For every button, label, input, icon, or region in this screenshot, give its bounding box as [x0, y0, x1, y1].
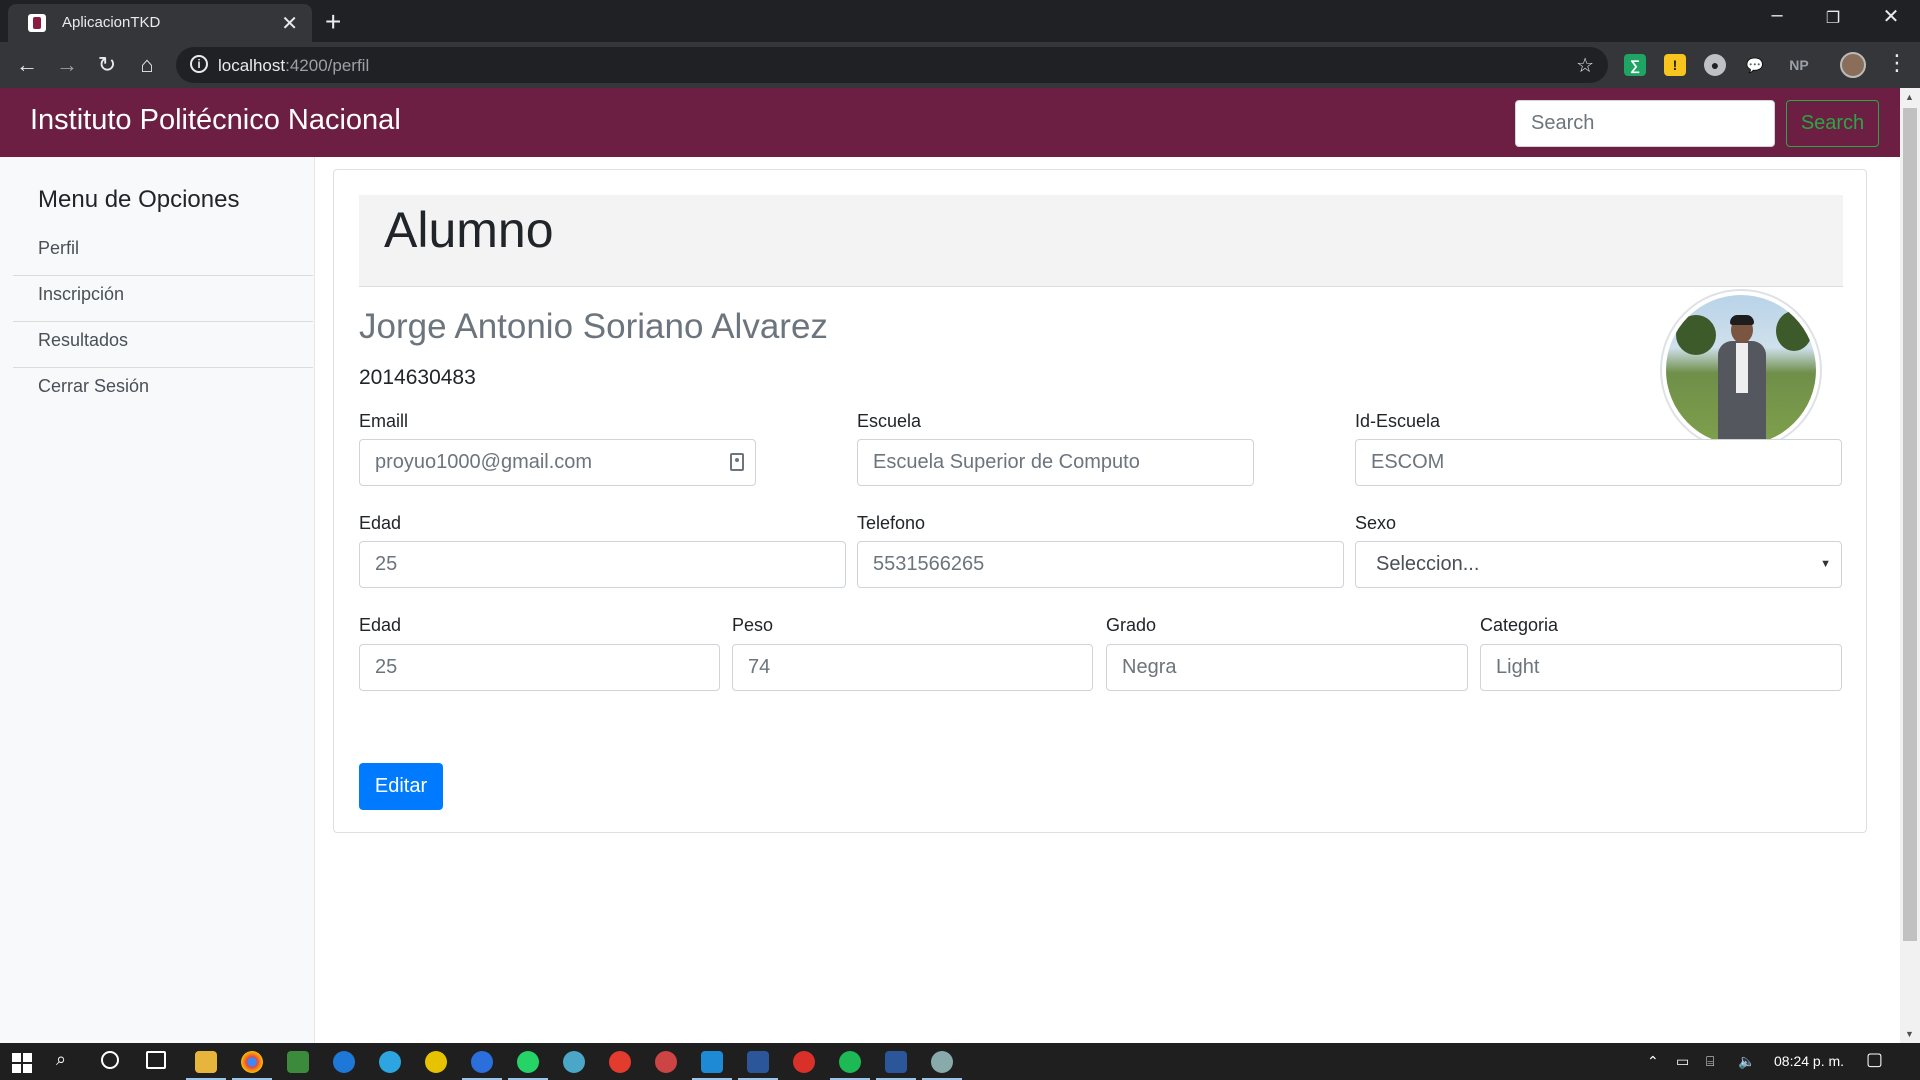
chat-extension-icon[interactable]: 💬 [1744, 54, 1766, 76]
store-app-icon[interactable] [287, 1051, 309, 1073]
search-icon[interactable]: ⌕ [56, 1049, 66, 1070]
edad-field[interactable] [359, 541, 846, 588]
navbar-brand[interactable]: Instituto Politécnico Nacional [30, 104, 401, 137]
back-arrow-icon[interactable]: ← [12, 50, 42, 80]
np-extension-icon[interactable]: NP [1784, 54, 1814, 76]
id-escuela-field[interactable] [1355, 439, 1842, 486]
browser-tab[interactable]: AplicacionTKD ✕ [8, 4, 312, 42]
categoria-field[interactable] [1480, 644, 1842, 691]
grado-label: Grado [1106, 615, 1157, 635]
sidebar: Menu de Opciones Perfil Inscripción Resu… [0, 157, 315, 1043]
network-icon[interactable]: ⌸ [1706, 1053, 1714, 1070]
norton-icon[interactable] [425, 1051, 447, 1073]
site-favicon-icon [28, 14, 46, 32]
contact-card-icon[interactable] [730, 453, 744, 471]
word-icon[interactable] [876, 1051, 916, 1080]
home-icon[interactable]: ⌂ [132, 50, 162, 80]
top-navbar: Instituto Politécnico Nacional Search [0, 88, 1900, 157]
maps-icon[interactable] [462, 1051, 502, 1080]
escuela-field[interactable] [857, 439, 1254, 486]
peso-label: Peso [732, 615, 774, 635]
profile-header: Alumno [359, 195, 1843, 287]
tab-title: AplicacionTKD [62, 14, 161, 31]
address-bar[interactable]: i localhost:4200/perfil ☆ [176, 47, 1608, 83]
cortana-icon[interactable] [101, 1051, 119, 1069]
vscode-icon[interactable] [692, 1051, 732, 1080]
avatar [1660, 289, 1822, 451]
sidebar-item-cerrar-sesion[interactable]: Cerrar Sesión [13, 358, 313, 414]
volume-icon[interactable]: 🔈 [1738, 1053, 1755, 1070]
browser-tab-strip: AplicacionTKD ✕ + – ❐ ✕ [0, 0, 1920, 42]
window-close-icon[interactable]: ✕ [1871, 4, 1911, 29]
battery-icon[interactable]: ▭ [1676, 1053, 1689, 1070]
reload-icon[interactable]: ↻ [92, 50, 122, 80]
new-tab-icon[interactable]: + [325, 6, 341, 38]
spotify-icon[interactable] [830, 1051, 870, 1080]
telefono-field[interactable] [857, 541, 1344, 588]
record-extension-icon[interactable]: ● [1704, 54, 1726, 76]
more-menu-icon[interactable]: ⋮ [1886, 50, 1908, 76]
url-text: localhost:4200/perfil [218, 56, 370, 75]
sheets-extension-icon[interactable]: ∑ [1624, 54, 1646, 76]
game-app-icon[interactable] [655, 1051, 677, 1073]
student-name: Jorge Antonio Soriano Alvarez [359, 307, 828, 346]
site-info-icon[interactable]: i [190, 55, 208, 73]
page-title: Alumno [384, 202, 554, 258]
telegram-icon[interactable] [379, 1051, 401, 1073]
categoria-label: Categoria [1480, 615, 1559, 635]
sexo-label: Sexo [1355, 513, 1397, 533]
email-field[interactable] [359, 439, 756, 486]
profile-card: Alumno Jorge Antonio Soriano Alvarez 201… [333, 169, 1867, 833]
taskbar-clock[interactable]: 08:24 p. m. [1774, 1053, 1844, 1069]
page-viewport: Instituto Politécnico Nacional Search Me… [0, 88, 1920, 1043]
escuela-label: Escuela [857, 411, 922, 431]
profile-photo [1666, 295, 1816, 445]
windows-taskbar: ⌕ ⌃ ▭ ⌸ 🔈 08:24 p. m. ▢ [0, 1043, 1920, 1080]
search-button[interactable]: Search [1786, 100, 1879, 147]
chrome-icon[interactable] [232, 1051, 272, 1080]
page-scrollbar[interactable]: ▲ ▼ [1900, 88, 1920, 1043]
network-app-icon[interactable] [738, 1051, 778, 1080]
minimize-icon[interactable]: – [1757, 4, 1797, 27]
sidebar-title: Menu de Opciones [38, 186, 240, 213]
peso-field[interactable] [732, 644, 1093, 691]
id-escuela-label: Id-Escuela [1355, 411, 1441, 431]
edge-icon[interactable] [333, 1051, 355, 1073]
sexo-select[interactable]: Seleccion... ▼ [1355, 541, 1842, 588]
bookmark-star-icon[interactable]: ☆ [1576, 53, 1594, 78]
edad-field-2[interactable] [359, 644, 720, 691]
red-app-icon[interactable] [609, 1051, 631, 1073]
media-app-icon[interactable] [793, 1051, 815, 1073]
email-label: Emaill [359, 411, 409, 431]
profile-avatar[interactable] [1840, 52, 1866, 78]
restore-icon[interactable]: ❐ [1813, 8, 1853, 28]
scrollbar-thumb[interactable] [1903, 108, 1917, 941]
clock-app-icon[interactable] [563, 1051, 585, 1073]
notification-icon[interactable]: ▢ [1866, 1049, 1883, 1070]
edad-label-2: Edad [359, 615, 402, 635]
misc-app-icon[interactable] [922, 1051, 962, 1080]
tray-chevron-icon[interactable]: ⌃ [1647, 1053, 1659, 1070]
forward-arrow-icon[interactable]: → [52, 50, 82, 80]
browser-toolbar: ← → ↻ ⌂ i localhost:4200/perfil ☆ ∑ ! ● … [0, 42, 1920, 88]
sexo-selected-value: Seleccion... [1376, 553, 1480, 575]
edad-label: Edad [359, 513, 402, 533]
tab-close-icon[interactable]: ✕ [281, 11, 298, 36]
task-view-icon[interactable] [146, 1051, 166, 1069]
scroll-down-icon[interactable]: ▼ [1905, 1029, 1914, 1039]
chevron-down-icon: ▼ [1820, 558, 1831, 570]
windows-start-icon[interactable] [12, 1053, 32, 1073]
whatsapp-icon[interactable] [508, 1051, 548, 1080]
edit-button[interactable]: Editar [359, 763, 443, 810]
telefono-label: Telefono [857, 513, 926, 533]
scroll-up-icon[interactable]: ▲ [1905, 92, 1914, 102]
file-explorer-icon[interactable] [186, 1051, 226, 1080]
grado-field[interactable] [1106, 644, 1468, 691]
search-input[interactable] [1515, 100, 1775, 147]
student-id: 2014630483 [359, 366, 476, 389]
note-extension-icon[interactable]: ! [1664, 54, 1686, 76]
